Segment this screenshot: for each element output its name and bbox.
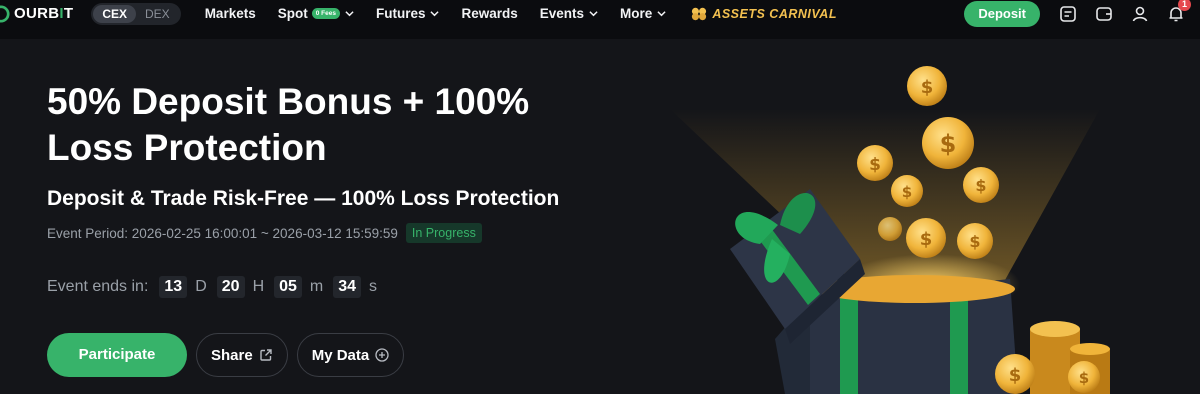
plus-circle-icon	[375, 348, 389, 362]
cex-dex-toggle: CEX DEX	[91, 2, 181, 25]
svg-text:$: $	[1009, 365, 1022, 386]
countdown-minutes-unit: m	[309, 278, 324, 295]
mode-cex[interactable]: CEX	[93, 4, 136, 23]
svg-text:$: $	[869, 155, 881, 175]
event-period: Event Period: 2026-02-25 16:00:01 ~ 2026…	[47, 225, 398, 241]
assets-carnival-link[interactable]: ASSETS CARNIVAL	[690, 6, 837, 22]
svg-text:$: $	[975, 176, 986, 195]
zero-fees-badge: 0 Fees	[311, 8, 340, 19]
nav-spot-label: Spot	[277, 6, 308, 21]
nav-more[interactable]: More	[620, 6, 666, 21]
nav-links: Markets Spot 0 Fees Futures Rewards Even…	[205, 6, 837, 22]
assets-carnival-label: ASSETS CARNIVAL	[712, 6, 837, 21]
svg-text:$: $	[1079, 369, 1089, 387]
orders-icon[interactable]	[1058, 4, 1078, 24]
hero-actions: Participate now Share My Data	[47, 333, 647, 394]
hero-banner: 50% Deposit Bonus + 100% Loss Protection…	[0, 39, 1200, 394]
countdown-label: Event ends in:	[47, 278, 149, 295]
page-title: 50% Deposit Bonus + 100% Loss Protection	[47, 81, 530, 168]
nav-events[interactable]: Events	[540, 6, 598, 21]
page-subtitle: Deposit & Trade Risk-Free — 100% Loss Pr…	[47, 187, 560, 210]
countdown: Event ends in: 13 D 20 H 05 m 34 s	[47, 276, 647, 298]
countdown-days: 13	[159, 276, 188, 298]
top-nav: OURBIT CEX DEX Markets Spot 0 Fees Futur…	[0, 0, 1200, 27]
share-label: Share	[211, 346, 253, 364]
my-data-button[interactable]: My Data	[296, 333, 405, 377]
countdown-seconds: 34	[333, 276, 362, 298]
countdown-hours-unit: H	[252, 278, 265, 295]
page: OURBIT CEX DEX Markets Spot 0 Fees Futur…	[0, 0, 1200, 394]
svg-text:$: $	[969, 232, 980, 251]
user-icon[interactable]	[1130, 4, 1150, 24]
nav-rewards[interactable]: Rewards	[461, 6, 517, 21]
countdown-days-unit: D	[195, 278, 207, 295]
nav-right: Deposit 1	[964, 0, 1200, 27]
hero-content: 50% Deposit Bonus + 100% Loss Protection…	[47, 79, 647, 394]
chevron-down-icon	[430, 11, 440, 17]
status-badge: In Progress	[405, 223, 482, 243]
svg-text:$: $	[940, 130, 957, 158]
deposit-button[interactable]: Deposit	[964, 0, 1040, 27]
external-link-icon	[260, 349, 272, 361]
participate-now-button[interactable]: Participate now	[47, 333, 187, 394]
logo-text: OURBIT	[14, 5, 74, 22]
gift-box-illustration: $ $ $ $ $ $ $ $ $	[670, 66, 1110, 394]
nav-markets[interactable]: Markets	[205, 6, 256, 21]
notifications-button[interactable]: 1	[1166, 0, 1191, 24]
logo-icon	[0, 4, 10, 23]
nav-events-label: Events	[539, 6, 585, 21]
chevron-down-icon	[657, 11, 666, 17]
event-period-row: Event Period: 2026-02-25 16:00:01 ~ 2026…	[47, 223, 647, 243]
svg-text:$: $	[920, 229, 933, 250]
share-button[interactable]: Share	[196, 333, 288, 377]
chevron-down-icon	[589, 11, 598, 17]
notification-count-badge: 1	[1178, 0, 1191, 11]
mode-dex[interactable]: DEX	[136, 5, 179, 23]
nav-futures-label: Futures	[375, 6, 426, 21]
chevron-down-icon	[345, 11, 354, 17]
nav-spot[interactable]: Spot 0 Fees	[278, 6, 354, 21]
nav-futures[interactable]: Futures	[376, 6, 440, 21]
wallet-icon[interactable]	[1094, 4, 1114, 24]
my-data-label: My Data	[311, 346, 370, 364]
svg-text:$: $	[921, 77, 934, 98]
countdown-hours: 20	[216, 276, 245, 298]
nav-more-label: More	[620, 6, 653, 21]
svg-text:$: $	[902, 183, 912, 201]
logo[interactable]: OURBIT	[0, 4, 74, 23]
countdown-minutes: 05	[274, 276, 302, 298]
clover-icon	[692, 7, 707, 20]
countdown-seconds-unit: s	[369, 278, 378, 295]
